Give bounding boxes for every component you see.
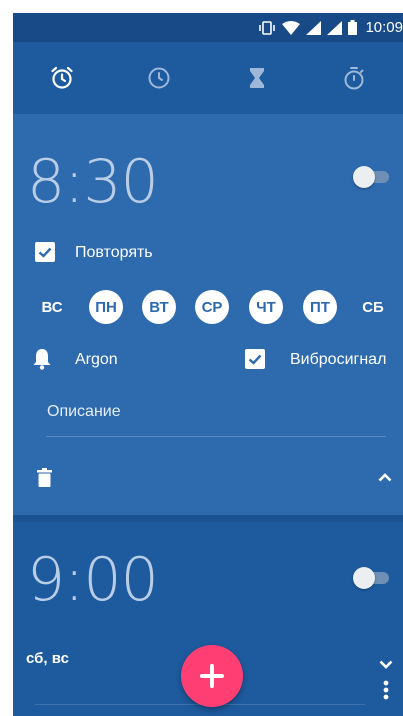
trash-icon[interactable] bbox=[35, 466, 53, 488]
tab-stopwatch[interactable] bbox=[306, 42, 403, 114]
card-separator bbox=[13, 515, 403, 522]
alarm-clock-icon bbox=[51, 66, 73, 89]
chevron-up-icon[interactable] bbox=[375, 468, 395, 486]
day-sat[interactable]: СБ bbox=[356, 290, 390, 324]
day-fri[interactable]: ПТ bbox=[303, 290, 337, 324]
plus-icon bbox=[200, 664, 224, 688]
vibrate-icon bbox=[258, 20, 276, 35]
description-underline bbox=[46, 436, 386, 437]
repeat-label: Повторять bbox=[75, 244, 153, 261]
stopwatch-icon bbox=[344, 67, 364, 90]
hourglass-icon bbox=[249, 68, 264, 88]
vibrate-label: Вибросигнал bbox=[290, 351, 387, 368]
ringtone-label[interactable]: Argon bbox=[75, 351, 118, 369]
day-tue[interactable]: ВТ bbox=[142, 290, 176, 324]
add-alarm-button[interactable] bbox=[181, 645, 243, 707]
signal-icon-2 bbox=[327, 20, 343, 35]
day-mon[interactable]: ПН bbox=[89, 290, 123, 324]
alarm-toggle[interactable] bbox=[353, 567, 391, 589]
clock-app: 10:09 8:30 Повторять ВС ПН ВТ СР ЧТ ПТ С… bbox=[13, 13, 403, 716]
battery-icon bbox=[348, 20, 358, 35]
vibrate-checkbox[interactable] bbox=[245, 349, 265, 369]
signal-icon bbox=[306, 20, 322, 35]
wifi-icon bbox=[282, 20, 301, 35]
alarm-days-summary: сб, вс bbox=[26, 650, 69, 667]
more-vert-icon[interactable] bbox=[378, 678, 394, 702]
repeat-checkbox[interactable] bbox=[35, 242, 55, 262]
clock-icon bbox=[148, 67, 170, 89]
day-sun[interactable]: ВС bbox=[35, 290, 69, 324]
weekday-selector: ВС ПН ВТ СР ЧТ ПТ СБ bbox=[13, 290, 403, 326]
bell-icon[interactable] bbox=[31, 348, 53, 370]
alarm-time[interactable]: 8:30 bbox=[27, 152, 159, 212]
day-wed[interactable]: СР bbox=[195, 290, 229, 324]
tab-timer[interactable] bbox=[208, 42, 306, 114]
day-thu[interactable]: ЧТ bbox=[249, 290, 283, 324]
chevron-down-icon[interactable] bbox=[376, 658, 396, 672]
tab-clock[interactable] bbox=[111, 42, 209, 114]
tab-alarm[interactable] bbox=[13, 42, 111, 114]
tab-bar bbox=[13, 42, 403, 114]
status-time: 10:09 bbox=[365, 19, 403, 36]
status-bar: 10:09 bbox=[13, 13, 403, 42]
alarm-toggle[interactable] bbox=[353, 166, 391, 188]
alarm-time[interactable]: 9:00 bbox=[27, 550, 159, 610]
alarm-card-expanded: 8:30 Повторять ВС ПН ВТ СР ЧТ ПТ СБ Argo… bbox=[13, 114, 403, 515]
description-field[interactable]: Описание bbox=[47, 403, 121, 421]
